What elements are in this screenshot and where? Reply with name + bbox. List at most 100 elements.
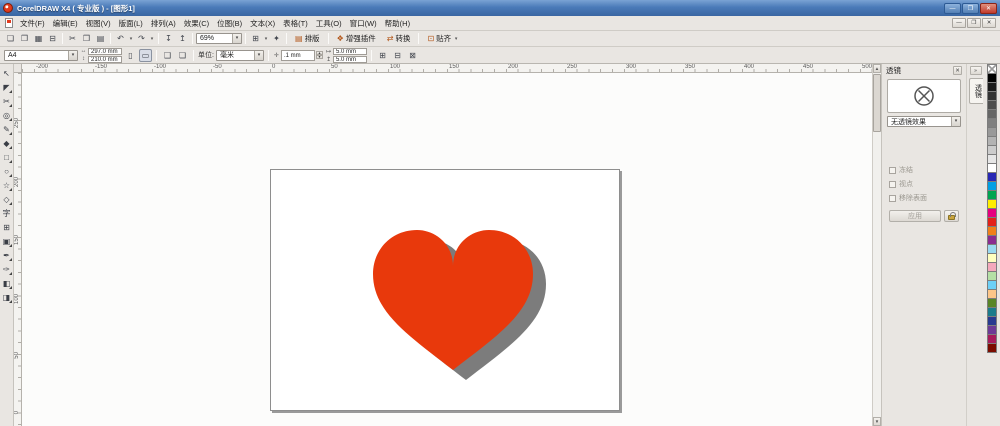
smart-fill-tool[interactable]: ◆ xyxy=(0,137,13,150)
undo-icon[interactable]: ↶ xyxy=(114,32,127,45)
pick-tool[interactable]: ↖ xyxy=(0,67,13,80)
convert-button[interactable]: ⇄ 转换 xyxy=(382,32,416,45)
nudge-offset-field[interactable]: .1 mm xyxy=(280,49,315,61)
scroll-down-icon[interactable]: ▼ xyxy=(873,417,881,426)
polygon-tool[interactable]: ☆ xyxy=(0,179,13,192)
close-button[interactable]: ✕ xyxy=(980,2,997,14)
snap-to-grid-button[interactable]: ⊞ xyxy=(376,49,389,62)
open-icon[interactable]: ❐ xyxy=(18,32,31,45)
lens-effect-combo[interactable]: 无透镜效果 ▾ xyxy=(887,116,961,127)
heart-drawing[interactable] xyxy=(365,222,555,384)
crop-tool[interactable]: ✂ xyxy=(0,95,13,108)
export-icon[interactable]: ↥ xyxy=(176,32,189,45)
table-tool[interactable]: ⊞ xyxy=(0,221,13,234)
layout-button[interactable]: ▤ 排版 xyxy=(290,32,325,45)
chevron-down-icon[interactable]: ▾ xyxy=(128,36,134,42)
nudge-offset-field-stepper[interactable]: ▲ ▼ xyxy=(315,51,323,59)
freehand-tool[interactable]: ✎ xyxy=(0,123,13,136)
chevron-down-icon[interactable]: ▾ xyxy=(453,36,459,42)
fill-tool[interactable]: ◧ xyxy=(0,277,13,290)
chevron-down-icon[interactable]: ▾ xyxy=(951,117,960,126)
redo-icon[interactable]: ↷ xyxy=(135,32,148,45)
landscape-button[interactable]: ▭ xyxy=(139,48,152,62)
doc-restore-button[interactable]: ❐ xyxy=(967,18,981,28)
current-page-button[interactable]: ❏ xyxy=(176,49,189,62)
menu-item[interactable]: 版面(L) xyxy=(115,18,147,29)
eyedropper-tool[interactable]: ✒ xyxy=(0,249,13,262)
units-combo[interactable]: 毫米 ▾ xyxy=(215,49,264,61)
chevron-down-icon[interactable]: ▾ xyxy=(149,36,155,42)
cut-icon[interactable]: ✂ xyxy=(66,32,79,45)
all-pages-button[interactable]: ❑ xyxy=(161,49,174,62)
portrait-button[interactable]: ▯ xyxy=(124,49,137,62)
corel-online-icon[interactable]: ✦ xyxy=(270,32,283,45)
paper-height-field[interactable]: 210.0 mm xyxy=(88,55,122,63)
step-down-icon[interactable]: ▼ xyxy=(315,55,323,59)
ruler-origin-corner[interactable] xyxy=(14,64,22,73)
ruler-label: 150 xyxy=(14,235,20,246)
basic-shapes-tool[interactable]: ◇ xyxy=(0,193,13,206)
lock-button[interactable] xyxy=(944,210,959,222)
maximize-button[interactable]: ❐ xyxy=(962,2,979,14)
menu-item[interactable]: 编辑(E) xyxy=(49,18,82,29)
snap-to-objects-button[interactable]: ⊠ xyxy=(406,49,419,62)
menu-item[interactable]: 视图(V) xyxy=(82,18,115,29)
chevron-down-icon[interactable]: ▾ xyxy=(253,50,263,60)
menu-item[interactable]: 位图(B) xyxy=(213,18,246,29)
checkbox-icon xyxy=(889,166,896,174)
minimize-button[interactable]: — xyxy=(944,2,961,14)
scrollbar-thumb[interactable] xyxy=(873,74,881,132)
import-icon[interactable]: ↧ xyxy=(162,32,175,45)
duplicate-y-field-row: ↥ 5.0 mm xyxy=(325,55,367,63)
outline-tool[interactable]: ✑ xyxy=(0,263,13,276)
menu-item[interactable]: 文本(X) xyxy=(246,18,279,29)
menu-item[interactable]: 文件(F) xyxy=(16,18,49,29)
palette-color-swatch[interactable] xyxy=(987,343,997,353)
zoom-level-combo[interactable]: 69% ▾ xyxy=(196,33,242,44)
copy-icon[interactable]: ❒ xyxy=(80,32,93,45)
menu-item[interactable]: 排列(A) xyxy=(147,18,180,29)
menu-item[interactable]: 效果(C) xyxy=(180,18,213,29)
menu-item[interactable]: 工具(O) xyxy=(312,18,346,29)
zoom-tool[interactable]: ◎ xyxy=(0,109,13,122)
duplicate-y-field[interactable]: 5.0 mm xyxy=(332,55,367,63)
menu-item[interactable]: 表格(T) xyxy=(279,18,312,29)
vertical-ruler[interactable]: 250 200 150 100 50 0 xyxy=(14,73,22,426)
remove-face-checkbox[interactable]: 移除表面 xyxy=(889,193,959,203)
duplicate-x-field[interactable]: 5.0 mm xyxy=(332,47,367,55)
blend-tool[interactable]: ▣ xyxy=(0,235,13,248)
doc-minimize-button[interactable]: — xyxy=(952,18,966,28)
print-icon[interactable]: ⊟ xyxy=(46,32,59,45)
new-document-icon[interactable]: ❏ xyxy=(4,32,17,45)
ruler-label: -150 xyxy=(95,64,108,70)
shape-tool[interactable]: ◤ xyxy=(0,81,13,94)
application-launcher-icon[interactable]: ⊞ xyxy=(249,32,262,45)
scroll-up-icon[interactable]: ▲ xyxy=(873,64,881,73)
snap-button[interactable]: ⊡ 贴齐 ▾ xyxy=(422,32,464,45)
ellipse-tool[interactable]: ○ xyxy=(0,165,13,178)
doc-close-button[interactable]: ✕ xyxy=(982,18,996,28)
chevron-down-icon[interactable]: ▾ xyxy=(232,34,241,43)
paper-width-field[interactable]: 297.0 mm xyxy=(88,47,122,55)
menu-item[interactable]: 窗口(W) xyxy=(346,18,381,29)
vertical-scrollbar[interactable]: ▲ ▼ xyxy=(872,64,881,426)
tab-lens[interactable]: 透镜 xyxy=(968,78,983,104)
snap-to-guidelines-button[interactable]: ⊟ xyxy=(391,49,404,62)
text-tool[interactable]: 字 xyxy=(0,207,13,220)
chevron-down-icon[interactable]: ▾ xyxy=(263,36,269,42)
paste-icon[interactable]: ▤ xyxy=(94,32,107,45)
apply-button[interactable]: 应用 xyxy=(889,210,941,222)
rectangle-tool[interactable]: □ xyxy=(0,151,13,164)
paper-type-combo[interactable]: A4 ▾ xyxy=(4,49,78,61)
interactive-fill-tool[interactable]: ◨ xyxy=(0,291,13,304)
horizontal-ruler[interactable]: -200 -150 -100 -50 0 50 100 150 200 250 300 350 400 4… xyxy=(22,64,872,73)
save-icon[interactable]: ▦ xyxy=(32,32,45,45)
collapse-docker-icon[interactable]: » xyxy=(969,66,982,75)
frozen-checkbox[interactable]: 冻结 xyxy=(889,165,959,175)
plugins-button[interactable]: ❖ 增强插件 xyxy=(332,32,381,45)
docker-close-icon[interactable]: ✕ xyxy=(953,66,962,75)
menu-item[interactable]: 帮助(H) xyxy=(381,18,414,29)
chevron-down-icon[interactable]: ▾ xyxy=(68,50,77,60)
drawing-canvas[interactable] xyxy=(22,73,872,426)
viewpoint-checkbox[interactable]: 视点 xyxy=(889,179,959,189)
